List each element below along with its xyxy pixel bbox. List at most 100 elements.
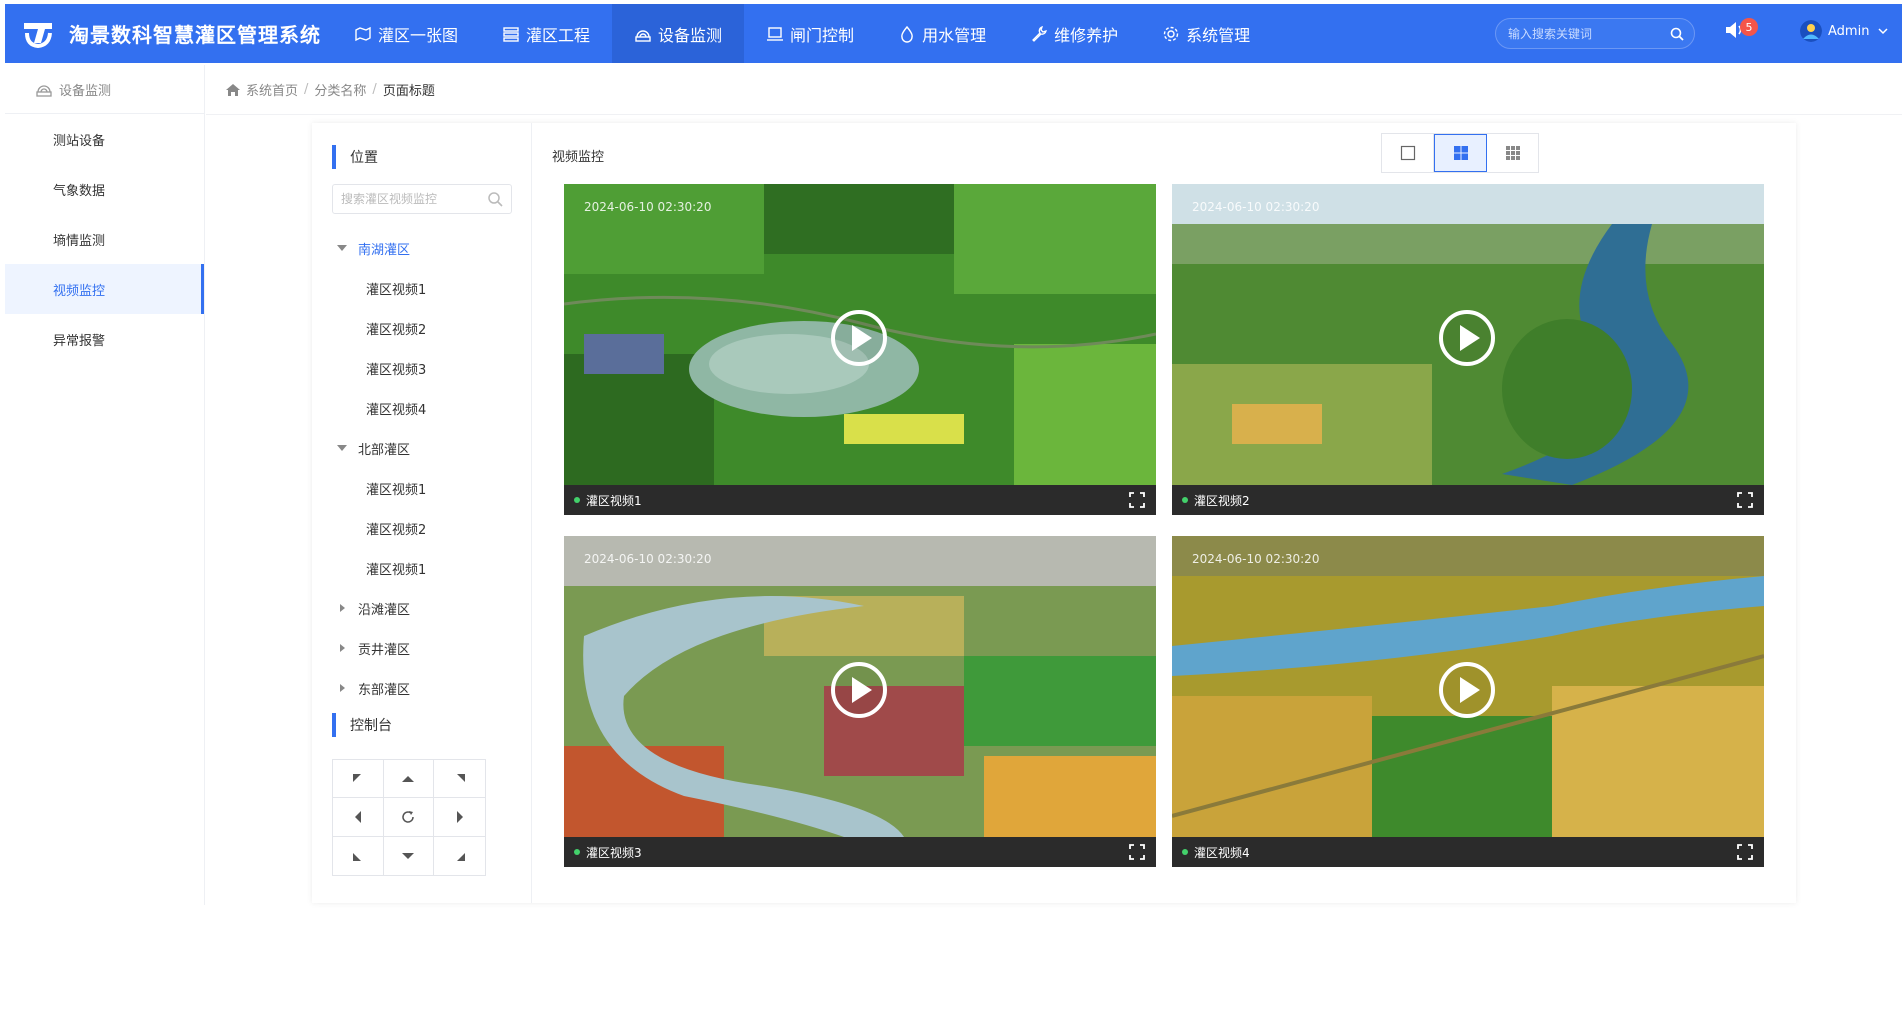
divider <box>206 114 1902 115</box>
breadcrumb-current: 页面标题 <box>382 84 435 99</box>
nav-label: 灌区一张图 <box>378 25 459 45</box>
title-accent-bar <box>332 713 336 737</box>
arrow-right-icon <box>456 810 463 823</box>
layout-four-button[interactable] <box>1434 134 1487 172</box>
ptz-up-button[interactable] <box>383 760 435 799</box>
ptz-left-button[interactable] <box>333 798 384 837</box>
video-tile[interactable]: 2024-06-10 02:30:20 灌区视频4 <box>1172 536 1764 867</box>
top-navigation-bar: 淘景数科智慧灌区管理系统 灌区一张图 灌区工程 设备监测 闸门控制 用水管理 维… <box>5 4 1902 63</box>
single-view-icon <box>1400 145 1415 161</box>
video-footer: 灌区视频4 <box>1172 837 1764 867</box>
play-icon[interactable] <box>1438 661 1496 719</box>
arrow-down-icon <box>402 852 415 859</box>
nav-label: 灌区工程 <box>526 25 591 45</box>
video-tile[interactable]: 2024-06-10 02:30:20 灌区视频3 <box>564 536 1156 867</box>
online-status-dot <box>574 849 580 855</box>
tree-group-gongjing[interactable]: 贡井灌区 <box>332 628 522 668</box>
tree-leaf-label: 灌区视频2 <box>366 522 427 538</box>
nav-item-project[interactable]: 灌区工程 <box>480 4 612 63</box>
ptz-control-pad <box>332 759 486 876</box>
layout-nine-button[interactable] <box>1487 134 1538 172</box>
title-accent-bar <box>332 145 336 169</box>
video-tile[interactable]: 2024-06-10 02:30:20 灌区视频1 <box>564 184 1156 515</box>
main-nav: 灌区一张图 灌区工程 设备监测 闸门控制 用水管理 维修养护 系统管理 <box>332 4 1272 63</box>
tree-group-nanhu[interactable]: 南湖灌区 <box>332 228 522 268</box>
caret-down-icon <box>337 445 347 451</box>
caret-right-icon <box>340 604 345 612</box>
tree-leaf-video[interactable]: 灌区视频3 <box>332 348 522 388</box>
ptz-down-button[interactable] <box>384 836 435 875</box>
video-footer: 灌区视频1 <box>564 485 1156 515</box>
tree-search-input[interactable] <box>341 192 487 206</box>
nav-item-map[interactable]: 灌区一张图 <box>332 4 480 63</box>
nav-item-system[interactable]: 系统管理 <box>1140 4 1272 63</box>
tree-group-label: 南湖灌区 <box>358 242 411 258</box>
sidebar-item-video-monitoring[interactable]: 视频监控 <box>5 264 204 314</box>
tree-leaf-video[interactable]: 灌区视频2 <box>332 508 522 548</box>
play-icon[interactable] <box>830 661 888 719</box>
breadcrumb-separator: / <box>372 82 377 97</box>
main-card: 位置 南湖灌区 灌区视频1 灌区视频2 灌区视频3 灌区视频4 北部灌区 灌区视… <box>312 123 1796 903</box>
video-name: 灌区视频2 <box>1194 493 1250 508</box>
video-timestamp: 2024-06-10 02:30:20 <box>1192 200 1320 214</box>
sidebar-item-soil-moisture[interactable]: 墒情监测 <box>5 214 204 264</box>
fullscreen-icon[interactable] <box>1736 843 1754 861</box>
fullscreen-icon[interactable] <box>1128 843 1146 861</box>
breadcrumb-category[interactable]: 分类名称 <box>314 80 366 99</box>
video-panel-title: 视频监控 <box>552 150 605 165</box>
tree-leaf-video[interactable]: 灌区视频4 <box>332 388 522 428</box>
tree-leaf-label: 灌区视频4 <box>366 402 427 418</box>
nav-label: 维修养护 <box>1054 25 1119 45</box>
breadcrumb-home[interactable]: 系统首页 <box>246 80 298 99</box>
sidebar-item-station-devices[interactable]: 测站设备 <box>5 114 204 164</box>
grid-nine-icon <box>1505 146 1520 160</box>
search-icon[interactable] <box>1670 27 1684 41</box>
nav-label: 系统管理 <box>1186 25 1251 45</box>
video-tile[interactable]: 2024-06-10 02:30:20 灌区视频2 <box>1172 184 1764 515</box>
breadcrumb: 系统首页 / 分类名称 / 页面标题 <box>225 80 435 99</box>
arrow-left-icon <box>354 810 361 823</box>
search-input[interactable] <box>1508 26 1670 41</box>
location-title: 位置 <box>350 150 378 166</box>
layout-single-button[interactable] <box>1382 134 1434 172</box>
tree-leaf-label: 灌区视频3 <box>366 362 427 378</box>
tree-leaf-video[interactable]: 灌区视频1 <box>332 268 522 308</box>
arrow-up-left-icon <box>352 773 361 782</box>
ptz-right-button[interactable] <box>434 798 485 837</box>
play-icon[interactable] <box>830 309 888 367</box>
fullscreen-icon[interactable] <box>1736 491 1754 509</box>
nav-item-maintenance[interactable]: 维修养护 <box>1008 4 1140 63</box>
tree-leaf-video[interactable]: 灌区视频1 <box>332 468 522 508</box>
refresh-icon <box>402 810 415 823</box>
tree-leaf-label: 灌区视频2 <box>366 322 427 338</box>
tree-leaf-video[interactable]: 灌区视频1 <box>332 548 522 588</box>
arrow-down-left-icon <box>352 852 361 861</box>
play-icon[interactable] <box>1438 309 1496 367</box>
wrench-icon <box>1030 25 1048 43</box>
fullscreen-icon[interactable] <box>1128 491 1146 509</box>
tree-group-label: 沿滩灌区 <box>358 602 411 618</box>
tree-leaf-label: 灌区视频1 <box>366 562 427 578</box>
ptz-up-right-button[interactable] <box>434 760 485 799</box>
tree-group-dongbu[interactable]: 东部灌区 <box>332 668 522 708</box>
ptz-down-left-button[interactable] <box>333 836 384 875</box>
sidebar-item-weather-data[interactable]: 气象数据 <box>5 164 204 214</box>
tree-leaf-video[interactable]: 灌区视频2 <box>332 308 522 348</box>
ptz-up-left-button[interactable] <box>333 760 384 799</box>
water-icon <box>898 25 916 43</box>
tree-group-yantan[interactable]: 沿滩灌区 <box>332 588 522 628</box>
nav-label: 设备监测 <box>658 25 723 45</box>
user-menu[interactable]: Admin <box>1800 20 1889 42</box>
caret-down-icon <box>337 245 347 251</box>
nav-item-gate-control[interactable]: 闸门控制 <box>744 4 876 63</box>
tree-leaf-label: 灌区视频1 <box>366 282 427 298</box>
search-icon[interactable] <box>487 191 503 207</box>
sidebar-item-alarms[interactable]: 异常报警 <box>5 314 204 364</box>
nav-item-device-monitor[interactable]: 设备监测 <box>612 4 745 63</box>
tree-group-label: 贡井灌区 <box>358 642 411 658</box>
ptz-reset-button[interactable] <box>383 798 435 837</box>
nav-item-water-use[interactable]: 用水管理 <box>876 4 1008 63</box>
ptz-down-right-button[interactable] <box>434 837 485 875</box>
tree-group-beibu[interactable]: 北部灌区 <box>332 428 522 468</box>
online-status-dot <box>1182 849 1188 855</box>
